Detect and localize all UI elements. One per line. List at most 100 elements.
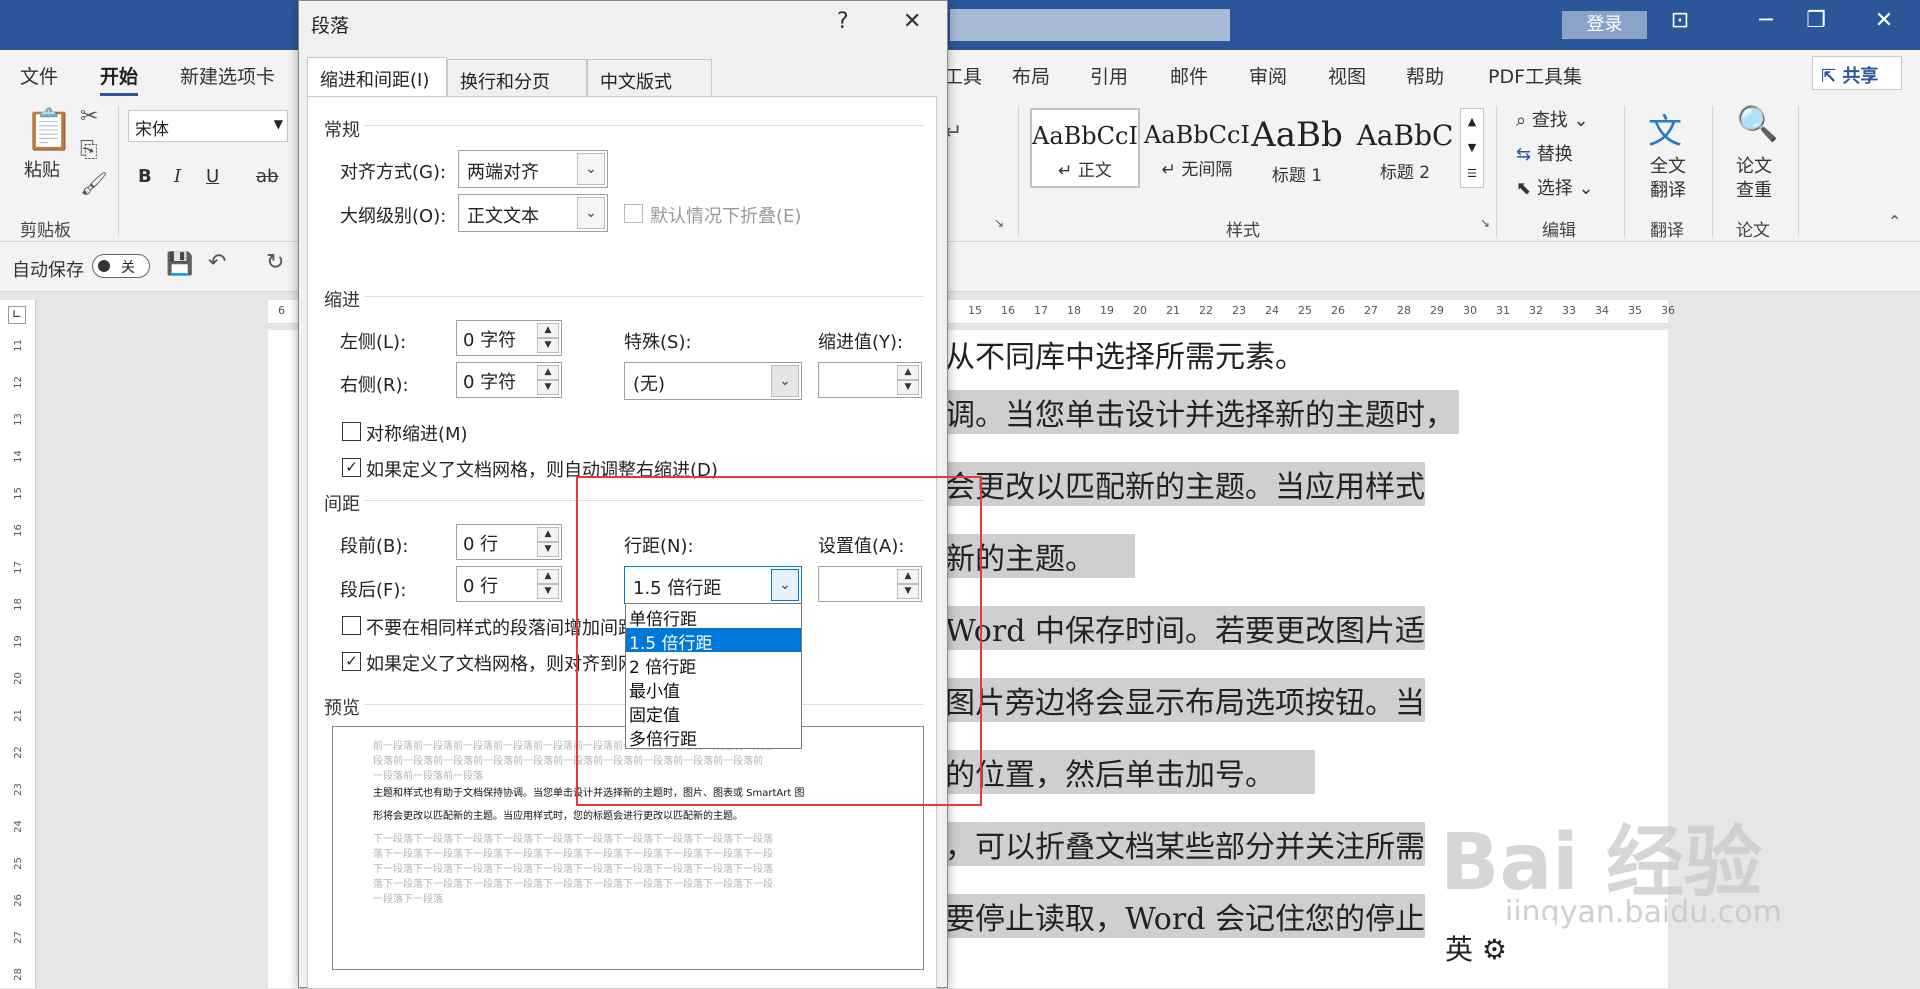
doc-line[interactable]: 从不同库中选择所需元素。 xyxy=(945,332,1305,376)
ime-toolbar[interactable]: 英 ⚙ xyxy=(1435,920,1555,970)
tab-asian-typography[interactable]: 中文版式(H) xyxy=(587,59,712,115)
translate-label-1[interactable]: 全文 xyxy=(1650,152,1686,178)
undo-icon[interactable]: ↶ xyxy=(208,250,226,275)
tab-home[interactable]: 开始 xyxy=(100,62,139,97)
close-icon[interactable]: ✕ xyxy=(1864,8,1904,33)
spin-down-icon[interactable]: ▼ xyxy=(537,584,559,599)
alignment-value: 两端对齐 xyxy=(467,162,539,183)
tab-mailings[interactable]: 邮件 xyxy=(1170,62,1208,89)
bold-button[interactable]: B xyxy=(138,166,152,187)
search-box[interactable] xyxy=(950,9,1230,41)
doc-line[interactable]: 会更改以匹配新的主题。当应用样式 xyxy=(945,462,1425,506)
tab-stop-selector[interactable]: ∟ xyxy=(8,306,26,324)
doc-line-text: 会更改以匹配新的主题。当应用样式 xyxy=(945,470,1425,505)
doc-line[interactable]: 的位置，然后单击加号。 xyxy=(945,750,1315,794)
italic-button[interactable]: I xyxy=(174,166,181,187)
underline-button[interactable]: U xyxy=(206,166,219,187)
cut-icon[interactable]: ✂ xyxy=(80,104,98,129)
tab-indents-spacing[interactable]: 缩进和间距(I) xyxy=(307,57,447,97)
mirror-indent-checkbox[interactable] xyxy=(342,422,361,441)
tab-references[interactable]: 引用 xyxy=(1090,62,1128,89)
select-label: 选择 xyxy=(1536,178,1573,199)
styles-scroll[interactable]: ▲ ▼ ☰ xyxy=(1460,108,1484,188)
preview-section: 预览 xyxy=(324,698,360,719)
close-icon[interactable]: ✕ xyxy=(903,9,921,34)
tab-help[interactable]: 帮助 xyxy=(1406,62,1444,89)
paste-icon[interactable]: 📋 xyxy=(24,106,74,153)
spin-up-icon[interactable]: ▲ xyxy=(537,527,559,542)
spin-down-icon[interactable]: ▼ xyxy=(537,380,559,395)
doc-line[interactable]: Word 中保存时间。若要更改图片适 xyxy=(945,606,1425,650)
ribbon-display-icon[interactable]: ⊡ xyxy=(1660,8,1700,33)
copy-icon[interactable]: ⎘ xyxy=(80,138,98,163)
replace-icon: ⇆ xyxy=(1516,144,1537,165)
spin-down-icon[interactable]: ▼ xyxy=(897,380,919,395)
format-painter-icon[interactable]: 🖌 xyxy=(80,172,108,197)
select-button[interactable]: ⬉ 选择 ⌄ xyxy=(1516,174,1594,200)
minimize-icon[interactable]: ─ xyxy=(1746,8,1786,33)
find-button[interactable]: ⌕ 查找 ⌄ xyxy=(1516,106,1589,132)
right-indent-input[interactable]: 0 字符 ▲ ▼ xyxy=(456,362,562,398)
paste-label[interactable]: 粘贴 xyxy=(24,156,60,182)
tab-file[interactable]: 文件 xyxy=(20,62,58,89)
doc-line[interactable]: 调。当您单击设计并选择新的主题时， xyxy=(945,390,1459,434)
help-button[interactable]: ? xyxy=(837,9,849,34)
tab-pdf-tools[interactable]: PDF工具集 xyxy=(1488,62,1582,89)
dialog-launcher-icon[interactable]: ↘ xyxy=(994,216,1004,230)
spin-up-icon[interactable]: ▲ xyxy=(537,569,559,584)
tab-new[interactable]: 新建选项卡 xyxy=(180,62,275,89)
auto-adjust-checkbox[interactable]: ✓ xyxy=(342,458,361,477)
space-after-input[interactable]: 0 行 ▲ ▼ xyxy=(456,566,562,602)
tab-review[interactable]: 审阅 xyxy=(1249,62,1287,89)
login-button[interactable]: 登录 xyxy=(1562,11,1647,39)
no-space-same-style-checkbox[interactable] xyxy=(342,616,361,635)
doc-line[interactable]: ，可以折叠文档某些部分并关注所需 xyxy=(945,822,1425,866)
dialog-launcher-icon[interactable]: ↘ xyxy=(1480,216,1490,230)
replace-label: 替换 xyxy=(1536,144,1573,165)
collapse-ribbon-icon[interactable]: ⌃ xyxy=(1888,212,1901,231)
tab-view[interactable]: 视图 xyxy=(1328,62,1366,89)
ruler-number: 28 xyxy=(12,968,24,981)
tab-tools-partial[interactable]: 工具 xyxy=(944,62,982,89)
font-name-select[interactable]: 宋体 ▼ xyxy=(128,110,288,142)
replace-button[interactable]: ⇆ 替换 xyxy=(1516,140,1573,166)
translate-icon[interactable]: 文 xyxy=(1648,104,1682,153)
share-button[interactable]: ⇱ 共享 xyxy=(1812,56,1902,90)
space-before-input[interactable]: 0 行 ▲ ▼ xyxy=(456,524,562,560)
gear-icon[interactable]: ⚙ xyxy=(1482,933,1507,966)
translate-label-2[interactable]: 翻译 xyxy=(1650,176,1686,202)
style-no-spacing[interactable]: AaBbCcI ↵ 无间隔 xyxy=(1142,108,1252,188)
paper-label-1[interactable]: 论文 xyxy=(1736,152,1772,178)
spin-up-icon[interactable]: ▲ xyxy=(897,365,919,380)
tab-line-page-breaks[interactable]: 换行和分页(P) xyxy=(447,59,587,115)
doc-line[interactable]: 图片旁边将会显示布局选项按钮。当 xyxy=(945,678,1425,722)
spin-up-icon[interactable]: ▲ xyxy=(537,323,559,338)
special-indent-select[interactable]: (无) ⌄ xyxy=(624,362,802,400)
paper-label-2[interactable]: 查重 xyxy=(1736,176,1772,202)
collapse-checkbox[interactable] xyxy=(624,204,643,223)
style-normal[interactable]: AaBbCcI ↵ 正文 xyxy=(1030,108,1140,188)
doc-line[interactable]: 要停止读取，Word 会记住您的停止 xyxy=(945,894,1425,938)
left-indent-input[interactable]: 0 字符 ▲ ▼ xyxy=(456,320,562,356)
spin-up-icon[interactable]: ▲ xyxy=(537,365,559,380)
redo-icon[interactable]: ↻ xyxy=(266,250,284,275)
alignment-select[interactable]: 两端对齐 ⌄ xyxy=(458,150,608,188)
style-heading2[interactable]: AaBbC 标题 2 xyxy=(1350,108,1460,188)
ime-language[interactable]: 英 xyxy=(1445,933,1473,966)
ruler-number: 26 xyxy=(1331,304,1345,317)
spin-down-icon[interactable]: ▼ xyxy=(537,542,559,557)
tab-layout[interactable]: 布局 xyxy=(1012,62,1050,89)
snap-to-grid-checkbox[interactable]: ✓ xyxy=(342,652,361,671)
spin-down-icon[interactable]: ▼ xyxy=(537,338,559,353)
restore-icon[interactable]: ❐ xyxy=(1796,8,1836,33)
autosave-toggle[interactable]: 关 xyxy=(92,254,150,278)
ruler-number: 15 xyxy=(12,487,24,500)
strikethrough-button[interactable]: ab xyxy=(256,166,278,187)
outline-level-select[interactable]: 正文文本 ⌄ xyxy=(458,194,608,232)
paper-check-icon[interactable]: 🔍 xyxy=(1736,104,1778,144)
indent-by-input[interactable]: ▲ ▼ xyxy=(818,362,922,398)
style-heading1[interactable]: AaBb 标题 1 xyxy=(1242,108,1352,188)
save-icon[interactable]: 💾 xyxy=(166,252,193,277)
ruler-number: 19 xyxy=(12,635,24,648)
ruler-number: 28 xyxy=(1397,304,1411,317)
